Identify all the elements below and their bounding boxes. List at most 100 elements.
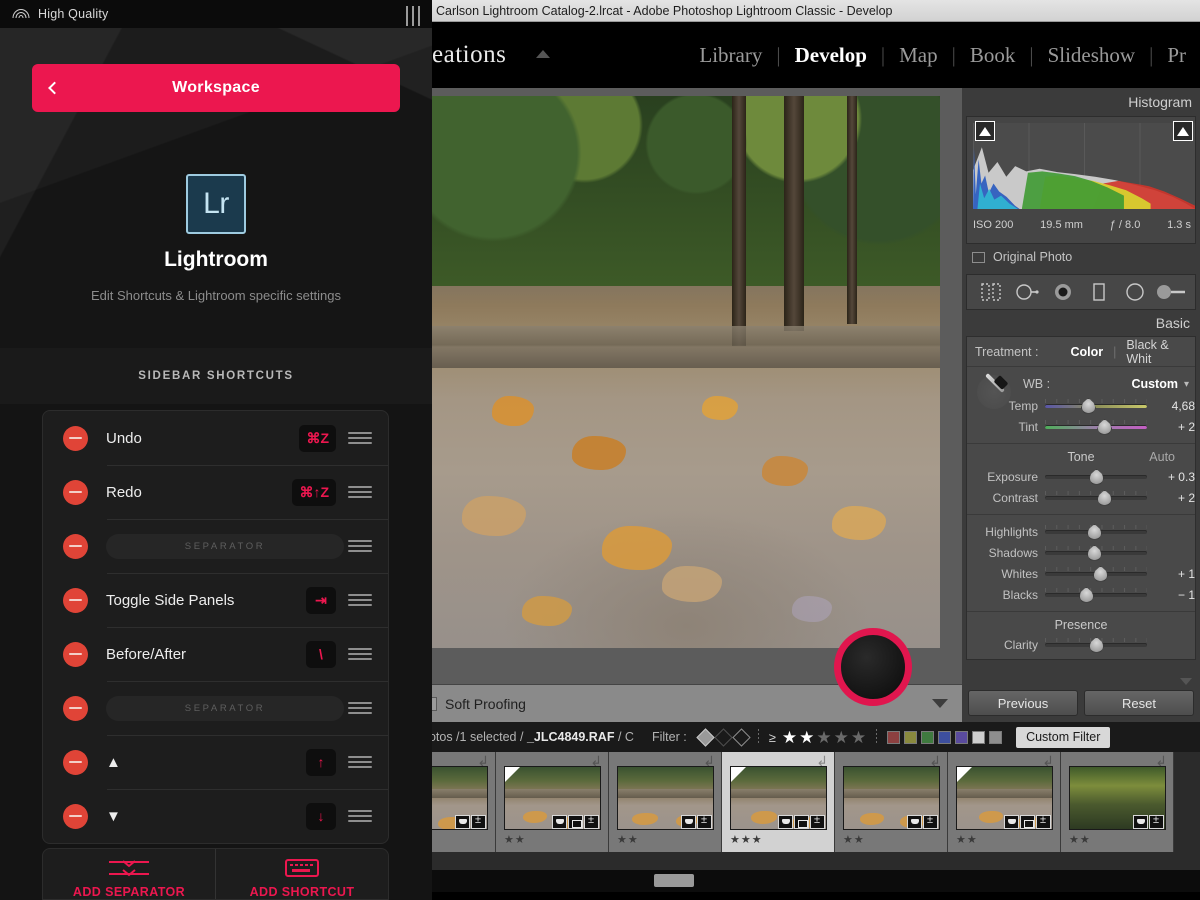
drag-handle-icon[interactable]	[348, 537, 372, 556]
slider-track[interactable]	[1045, 398, 1147, 414]
slider-track[interactable]	[1045, 637, 1147, 653]
list-item-separator[interactable]: SEPARATOR	[43, 519, 388, 573]
slider-track[interactable]	[1045, 419, 1147, 435]
treatment-color-option[interactable]: Color	[1070, 345, 1103, 359]
filmstrip-thumbnail-selected[interactable]: ↲ ★★★	[722, 752, 835, 852]
panel-toggle-arrow-icon[interactable]	[536, 50, 550, 58]
adjustment-badge-icon[interactable]	[584, 814, 599, 829]
slider-contrast[interactable]: Contrast + 2	[973, 487, 1195, 508]
thumbnail-rating[interactable]: ★★	[843, 833, 865, 846]
drag-handle-icon[interactable]	[348, 645, 372, 664]
histogram-widget[interactable]: ISO 200 19.5 mm ƒ / 8.0 1.3 s	[966, 116, 1196, 244]
star-icon[interactable]: ★	[834, 729, 849, 746]
adjustment-badge-icon[interactable]	[1036, 814, 1051, 829]
flag-badge-icon[interactable]	[1004, 815, 1019, 829]
basic-panel-header[interactable]: Basic	[962, 310, 1200, 336]
shortcut-key-chip[interactable]: ⌘Z	[299, 424, 336, 452]
panel-toggle-arrow-icon[interactable]	[1180, 678, 1192, 685]
flag-badge-icon[interactable]	[552, 815, 567, 829]
slider-highlights[interactable]: Highlights	[973, 521, 1189, 542]
slider-track[interactable]	[1045, 469, 1147, 485]
module-library[interactable]: Library	[685, 43, 776, 68]
shortcut-key-chip[interactable]: ↑	[306, 748, 336, 776]
drag-handle-icon[interactable]	[348, 591, 372, 610]
remove-icon[interactable]	[63, 425, 88, 451]
drag-handle-icon[interactable]	[348, 699, 372, 718]
reset-button[interactable]: Reset	[1084, 690, 1194, 716]
list-item[interactable]: Toggle Side Panels ⇥	[43, 573, 388, 627]
slider-track[interactable]	[1045, 490, 1147, 506]
remove-icon[interactable]	[63, 749, 88, 775]
module-develop[interactable]: Develop	[781, 43, 881, 68]
remove-icon[interactable]	[63, 695, 88, 721]
shortcut-key-chip[interactable]: ↓	[306, 802, 336, 830]
slider-track[interactable]	[1045, 545, 1147, 561]
list-item[interactable]: ▼ ↓	[43, 789, 388, 843]
menu-bars-icon[interactable]	[406, 6, 420, 26]
shadow-clipping-warning-icon[interactable]	[975, 121, 995, 141]
list-item-separator[interactable]: SEPARATOR	[43, 681, 388, 735]
thumbnail-rating[interactable]: ★★	[1069, 833, 1091, 846]
remove-icon[interactable]	[63, 641, 88, 667]
remove-icon[interactable]	[63, 587, 88, 613]
star-icon[interactable]: ★	[816, 729, 831, 746]
custom-filter-dropdown[interactable]: Custom Filter	[1016, 726, 1111, 748]
add-shortcut-button[interactable]: ADD SHORTCUT	[215, 849, 388, 899]
color-swatch-blue[interactable]	[938, 730, 952, 744]
list-item[interactable]: Redo ⌘↑Z	[43, 465, 388, 519]
radial-filter-icon[interactable]	[1117, 278, 1153, 306]
slider-tint[interactable]: Tint + 2	[973, 416, 1195, 437]
crop-badge-icon[interactable]	[1020, 815, 1035, 829]
filmstrip-thumbnail[interactable]: ↲ ★★	[835, 752, 948, 852]
star-icon[interactable]: ★	[799, 729, 814, 746]
adjustment-badge-icon[interactable]	[810, 814, 825, 829]
module-print[interactable]: Pr	[1153, 43, 1200, 68]
slider-track[interactable]	[1045, 524, 1147, 540]
adjustment-brush-icon[interactable]	[1153, 278, 1189, 306]
flag-pick-icon[interactable]	[695, 727, 715, 747]
flag-unflagged-icon[interactable]	[713, 727, 733, 747]
auto-tone-button[interactable]: Auto	[1149, 450, 1175, 464]
filmstrip-thumbnail[interactable]: ↲ ★★	[609, 752, 722, 852]
adjustment-badge-icon[interactable]	[697, 814, 712, 829]
remove-icon[interactable]	[63, 803, 88, 829]
filmstrip-thumbnail[interactable]: ↲ ★★	[496, 752, 609, 852]
flag-badge-icon[interactable]	[455, 815, 470, 829]
slider-exposure[interactable]: Exposure + 0.3	[973, 466, 1195, 487]
shortcut-key-chip[interactable]: \	[306, 640, 336, 668]
flag-badge-icon[interactable]	[681, 815, 696, 829]
module-map[interactable]: Map	[885, 43, 952, 68]
color-swatch-green[interactable]	[921, 730, 935, 744]
slider-shadows[interactable]: Shadows	[973, 542, 1189, 563]
highlight-clipping-warning-icon[interactable]	[1173, 121, 1193, 141]
shortcut-key-chip[interactable]: ⇥	[306, 586, 336, 614]
rating-operator[interactable]: ≥	[769, 730, 776, 745]
crop-overlay-icon[interactable]	[973, 278, 1009, 306]
list-item[interactable]: ▲ ↑	[43, 735, 388, 789]
drag-handle-icon[interactable]	[348, 483, 372, 502]
drag-handle-icon[interactable]	[348, 429, 372, 448]
identity-plate[interactable]: eations	[430, 41, 506, 69]
thumbnail-rating[interactable]: ★★	[956, 833, 978, 846]
list-item[interactable]: Undo ⌘Z	[43, 411, 388, 465]
treatment-bw-option[interactable]: Black & Whit	[1126, 338, 1187, 366]
slider-knob[interactable]	[1089, 469, 1104, 485]
list-item[interactable]: Before/After \	[43, 627, 388, 681]
adjustment-badge-icon[interactable]	[471, 814, 486, 829]
thumbnail-rating[interactable]: ★★	[504, 833, 526, 846]
drag-handle-icon[interactable]	[348, 753, 372, 772]
slider-track[interactable]	[1045, 566, 1147, 582]
filmstrip-thumbnail[interactable]: ↲ ★★	[1061, 752, 1174, 852]
flag-badge-icon[interactable]	[907, 815, 922, 829]
slider-track[interactable]	[1045, 587, 1147, 603]
color-swatch-yellow[interactable]	[904, 730, 918, 744]
thumbnail-rating[interactable]: ★★	[617, 833, 639, 846]
module-slideshow[interactable]: Slideshow	[1034, 43, 1150, 68]
add-separator-button[interactable]: ADD SEPARATOR	[43, 849, 215, 899]
flag-badge-icon[interactable]	[778, 815, 793, 829]
drag-handle-icon[interactable]	[348, 807, 372, 826]
crop-badge-icon[interactable]	[568, 815, 583, 829]
star-icon[interactable]: ★	[851, 729, 866, 746]
scrollbar-thumb[interactable]	[654, 874, 694, 887]
color-swatch-custom[interactable]	[989, 730, 1003, 744]
